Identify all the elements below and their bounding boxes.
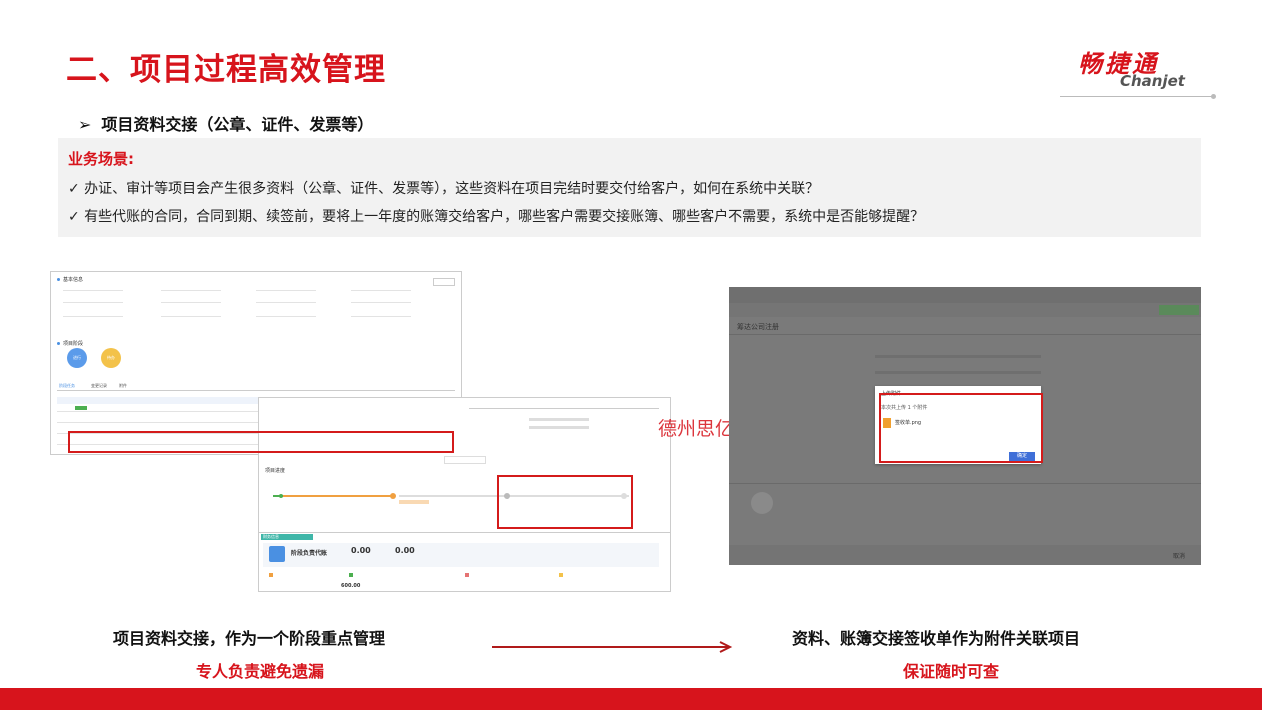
highlight-handover-stage xyxy=(497,475,633,529)
page-title: 二、项目过程高效管理 xyxy=(66,52,386,88)
stage-tag xyxy=(399,500,429,504)
section-dot-icon xyxy=(57,278,60,281)
project-progress-screenshot: 项目进度 财务信息 阶段负责代账 0.00 0.00 600.00 xyxy=(258,397,671,592)
logo-underline xyxy=(1060,96,1212,97)
progress-bar-done xyxy=(283,495,393,497)
info-line xyxy=(529,418,589,421)
amount-received: 0.00 xyxy=(351,546,371,555)
caption-right-sub: 保证随时可查 xyxy=(903,662,1000,681)
timeline-node-current[interactable] xyxy=(390,493,396,499)
progress-heading: 项目进度 xyxy=(265,468,286,474)
amount-pending: 0.00 xyxy=(395,546,415,555)
legend-icon xyxy=(269,573,273,577)
cancel-button[interactable]: 取消 xyxy=(1173,551,1185,560)
finance-doc-icon xyxy=(269,546,285,562)
tab-strip xyxy=(729,303,1201,317)
add-person-button[interactable] xyxy=(751,492,773,514)
tab-stage-tasks[interactable]: 阶段任务 xyxy=(59,383,75,389)
scenario-label: 业务场景: xyxy=(68,150,134,168)
logo-dot xyxy=(1211,94,1216,99)
footer-bar xyxy=(729,545,1201,565)
amount-total: 600.00 xyxy=(341,583,361,589)
legend-icon xyxy=(465,573,469,577)
info-line xyxy=(529,426,589,429)
scenario-line-2: ✓ 有些代账的合同，合同到期、续签前，要将上一年度的账簿交给客户，哪些客户需要交… xyxy=(68,209,925,225)
caption-right-main: 资料、账簿交接签收单作为附件关联项目 xyxy=(792,629,1081,648)
tab-attachments[interactable]: 附件 xyxy=(119,383,127,389)
expand-button[interactable] xyxy=(444,456,486,464)
scenario-line-1: ✓ 办证、审计等项目会产生很多资料（公章、证件、发票等），这些资料在项目完结时要… xyxy=(68,181,820,197)
footer-brand-bar xyxy=(0,688,1262,710)
finance-title: 阶段负责代账 xyxy=(291,550,328,557)
edit-button[interactable] xyxy=(433,278,455,286)
subtitle-text: 项目资料交接（公章、证件、发票等） xyxy=(101,115,374,134)
status-badge xyxy=(75,406,87,410)
section-subtitle: ➢ 项目资料交接（公章、证件、发票等） xyxy=(78,111,373,135)
basic-info-heading: 基本信息 xyxy=(63,277,84,283)
active-tab[interactable] xyxy=(1159,305,1199,315)
field-line xyxy=(875,355,1041,358)
highlight-handover-row xyxy=(68,431,454,453)
stage-badge-pending[interactable]: 待办 xyxy=(101,348,121,368)
legend-icon xyxy=(349,573,353,577)
section-dot-icon xyxy=(57,342,60,345)
highlight-attachment xyxy=(879,393,1043,463)
app-topbar xyxy=(729,287,1201,303)
caption-left-main: 项目资料交接，作为一个阶段重点管理 xyxy=(113,629,386,648)
flow-arrow-icon xyxy=(492,641,733,653)
stage-badge-active[interactable]: 进行 xyxy=(67,348,87,368)
bullet-arrow-icon: ➢ xyxy=(78,115,92,134)
caption-left-sub: 专人负责避免遗漏 xyxy=(196,662,325,681)
brand-logo-en: Chanjet xyxy=(1120,72,1185,90)
legend-icon xyxy=(559,573,563,577)
field-line xyxy=(875,371,1041,374)
stage-heading: 项目阶段 xyxy=(63,341,84,347)
tab-change-log[interactable]: 变更记录 xyxy=(91,383,107,389)
finance-tag: 财务信息 xyxy=(261,534,313,540)
page-heading: 筹达公司注册 xyxy=(737,323,779,331)
